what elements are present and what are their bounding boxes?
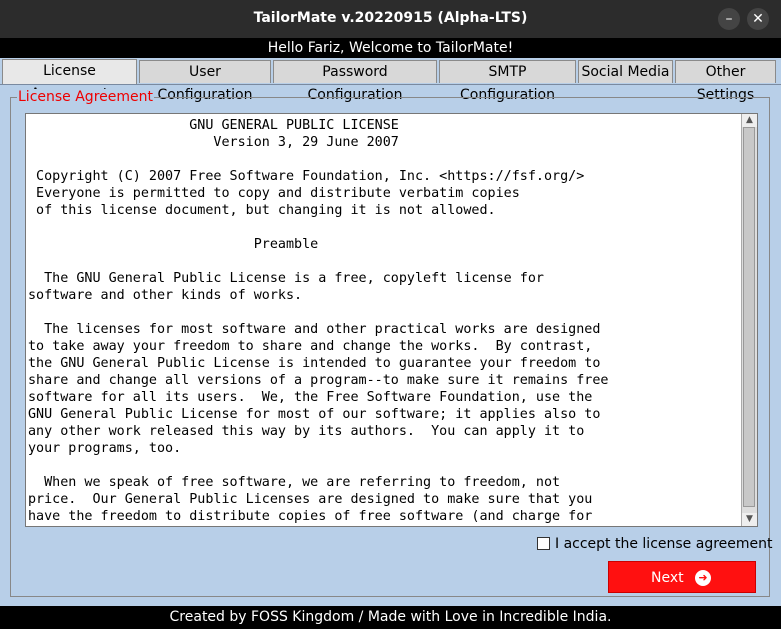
- title-bar[interactable]: TailorMate v.20220915 (Alpha-LTS) – ✕: [0, 0, 781, 38]
- tab-license-agreement[interactable]: License Agreement: [2, 59, 137, 102]
- arrow-right-circle-icon: ➜: [695, 570, 711, 586]
- app-window: TailorMate v.20220915 (Alpha-LTS) – ✕ He…: [0, 0, 781, 629]
- tab-bar: License Agreement User Configuration Pas…: [0, 58, 781, 103]
- next-button[interactable]: Next ➜: [608, 561, 756, 593]
- scroll-thumb[interactable]: [743, 127, 755, 507]
- minimize-button[interactable]: –: [718, 8, 740, 30]
- tab-smtp-configuration[interactable]: SMTP Configuration: [439, 60, 576, 103]
- tab-password-configuration[interactable]: Password Configuration: [273, 60, 437, 103]
- license-group-legend: License Agreement: [17, 89, 154, 105]
- tab-user-configuration[interactable]: User Configuration: [139, 60, 271, 103]
- window-title: TailorMate v.20220915 (Alpha-LTS): [253, 10, 528, 26]
- accept-license-label[interactable]: I accept the license agreement: [555, 536, 773, 552]
- license-scrollbar[interactable]: ▲ ▼: [741, 114, 757, 526]
- tab-social-media[interactable]: Social Media: [578, 60, 673, 83]
- checkbox-icon[interactable]: [537, 536, 550, 550]
- scroll-down-icon[interactable]: ▼: [742, 513, 757, 526]
- next-button-label: Next: [651, 570, 684, 586]
- accept-license-checkbox[interactable]: I accept the license agreement: [537, 535, 773, 553]
- license-text: GNU GENERAL PUBLIC LICENSE Version 3, 29…: [28, 118, 609, 524]
- footer-credit: Created by FOSS Kingdom / Made with Love…: [0, 606, 781, 629]
- welcome-banner: Hello Fariz, Welcome to TailorMate!: [0, 38, 781, 58]
- close-button[interactable]: ✕: [747, 8, 769, 30]
- scroll-up-icon[interactable]: ▲: [742, 114, 757, 127]
- license-text-area[interactable]: GNU GENERAL PUBLIC LICENSE Version 3, 29…: [25, 113, 758, 527]
- tab-other-settings[interactable]: Other Settings: [675, 60, 776, 103]
